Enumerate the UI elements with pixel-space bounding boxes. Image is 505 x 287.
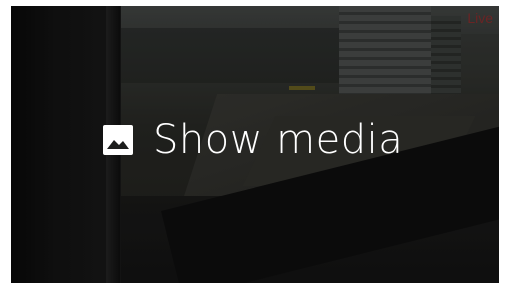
show-media-button[interactable]: Show media xyxy=(103,120,403,160)
show-media-label: Show media xyxy=(153,117,404,163)
live-label: Live xyxy=(467,10,493,26)
glass-card-screen: Live Show media xyxy=(11,6,499,283)
image-icon xyxy=(103,125,133,155)
